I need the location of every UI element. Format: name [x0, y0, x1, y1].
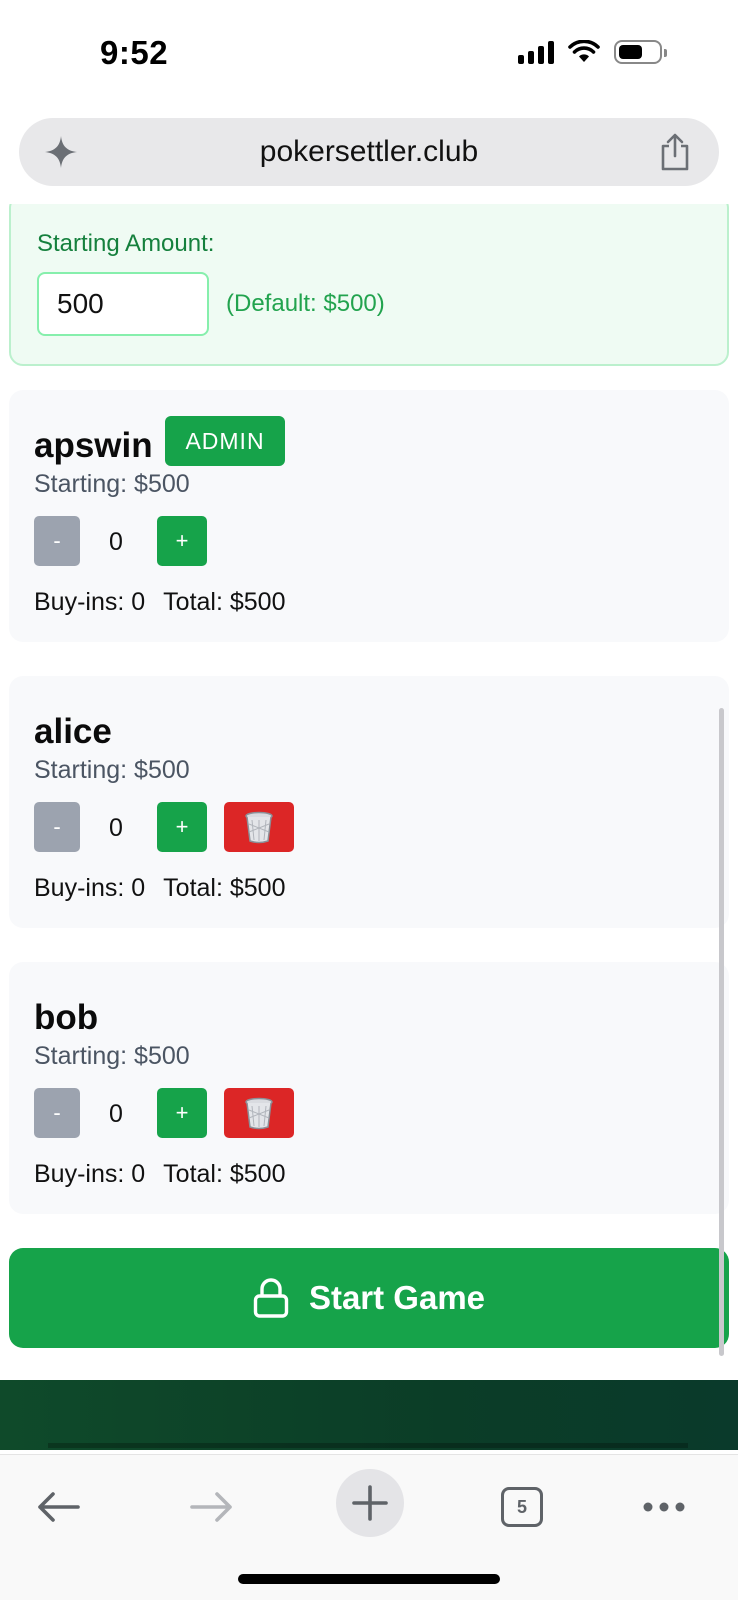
address-bar[interactable]: pokersettler.club — [19, 118, 719, 186]
player-starting-amount: Starting: $500 — [34, 470, 190, 498]
player-starting-amount: Starting: $500 — [34, 1042, 190, 1070]
sparkle-icon[interactable] — [43, 134, 79, 170]
increase-buyin-button[interactable]: + — [157, 516, 207, 566]
share-icon[interactable] — [657, 132, 693, 172]
forward-button[interactable] — [180, 1475, 244, 1539]
player-totals: Buy-ins: 0 Total: $500 — [34, 588, 286, 617]
player-starting-amount: Starting: $500 — [34, 756, 190, 784]
player-total: Total: $500 — [163, 874, 286, 902]
player-name: bob — [34, 998, 99, 1037]
wifi-icon — [568, 40, 600, 62]
tab-count: 5 — [501, 1487, 543, 1527]
remove-player-button[interactable] — [224, 802, 294, 852]
player-card-bob: bob Starting: $500 - 0 + Buy-ins: 0 Total… — [9, 962, 729, 1214]
player-card-apswin: apswin ADMIN Starting: $500 - 0 + Buy-in… — [9, 390, 729, 642]
url-text[interactable]: pokersettler.club — [260, 135, 478, 169]
decrease-buyin-button[interactable]: - — [34, 516, 80, 566]
remove-player-button[interactable] — [224, 1088, 294, 1138]
starting-amount-label: Starting Amount: — [37, 230, 215, 257]
page-background — [0, 1380, 738, 1450]
status-icons — [518, 40, 667, 64]
starting-amount-input[interactable] — [37, 272, 209, 336]
decrease-buyin-button[interactable]: - — [34, 1088, 80, 1138]
background-divider — [48, 1443, 688, 1448]
battery-icon — [614, 40, 667, 64]
lock-icon — [253, 1278, 289, 1318]
player-card-alice: alice Starting: $500 - 0 + Buy-ins: 0 Tot… — [9, 676, 729, 928]
cellular-signal-icon — [518, 40, 554, 64]
back-button[interactable] — [26, 1475, 90, 1539]
page-content: Starting Amount: (Default: $500) apswin … — [0, 204, 738, 1400]
admin-badge: ADMIN — [165, 416, 285, 466]
player-totals: Buy-ins: 0 Total: $500 — [34, 874, 286, 903]
decrease-buyin-button[interactable]: - — [34, 802, 80, 852]
increase-buyin-button[interactable]: + — [157, 802, 207, 852]
player-totals: Buy-ins: 0 Total: $500 — [34, 1160, 286, 1189]
player-name: apswin — [34, 426, 153, 465]
back-arrow-icon — [38, 1492, 80, 1522]
buyin-count: 0 — [109, 528, 123, 556]
buyin-count: 0 — [109, 1100, 123, 1128]
player-buyins: Buy-ins: 0 — [34, 1160, 146, 1188]
buyin-count: 0 — [109, 814, 123, 842]
status-bar: 9:52 — [0, 0, 738, 108]
player-name: alice — [34, 712, 112, 751]
new-tab-button[interactable] — [336, 1469, 404, 1537]
player-buyins: Buy-ins: 0 — [34, 874, 146, 902]
start-game-label: Start Game — [308, 1279, 486, 1316]
player-total: Total: $500 — [163, 588, 286, 616]
trash-icon — [245, 811, 273, 844]
tab-switcher-button[interactable]: 5 — [490, 1475, 554, 1539]
home-indicator — [238, 1574, 500, 1584]
forward-arrow-icon — [190, 1492, 232, 1522]
start-game-button[interactable]: Start Game — [9, 1248, 729, 1348]
more-icon — [643, 1502, 685, 1512]
player-total: Total: $500 — [163, 1160, 286, 1188]
starting-amount-hint: (Default: $500) — [226, 290, 385, 317]
status-time: 9:52 — [100, 34, 169, 71]
starting-amount-panel: Starting Amount: (Default: $500) — [9, 204, 729, 366]
plus-icon — [352, 1485, 388, 1521]
scrollbar[interactable] — [719, 708, 724, 1356]
increase-buyin-button[interactable]: + — [157, 1088, 207, 1138]
more-button[interactable] — [632, 1475, 696, 1539]
player-buyins: Buy-ins: 0 — [34, 588, 146, 616]
trash-icon — [245, 1097, 273, 1130]
